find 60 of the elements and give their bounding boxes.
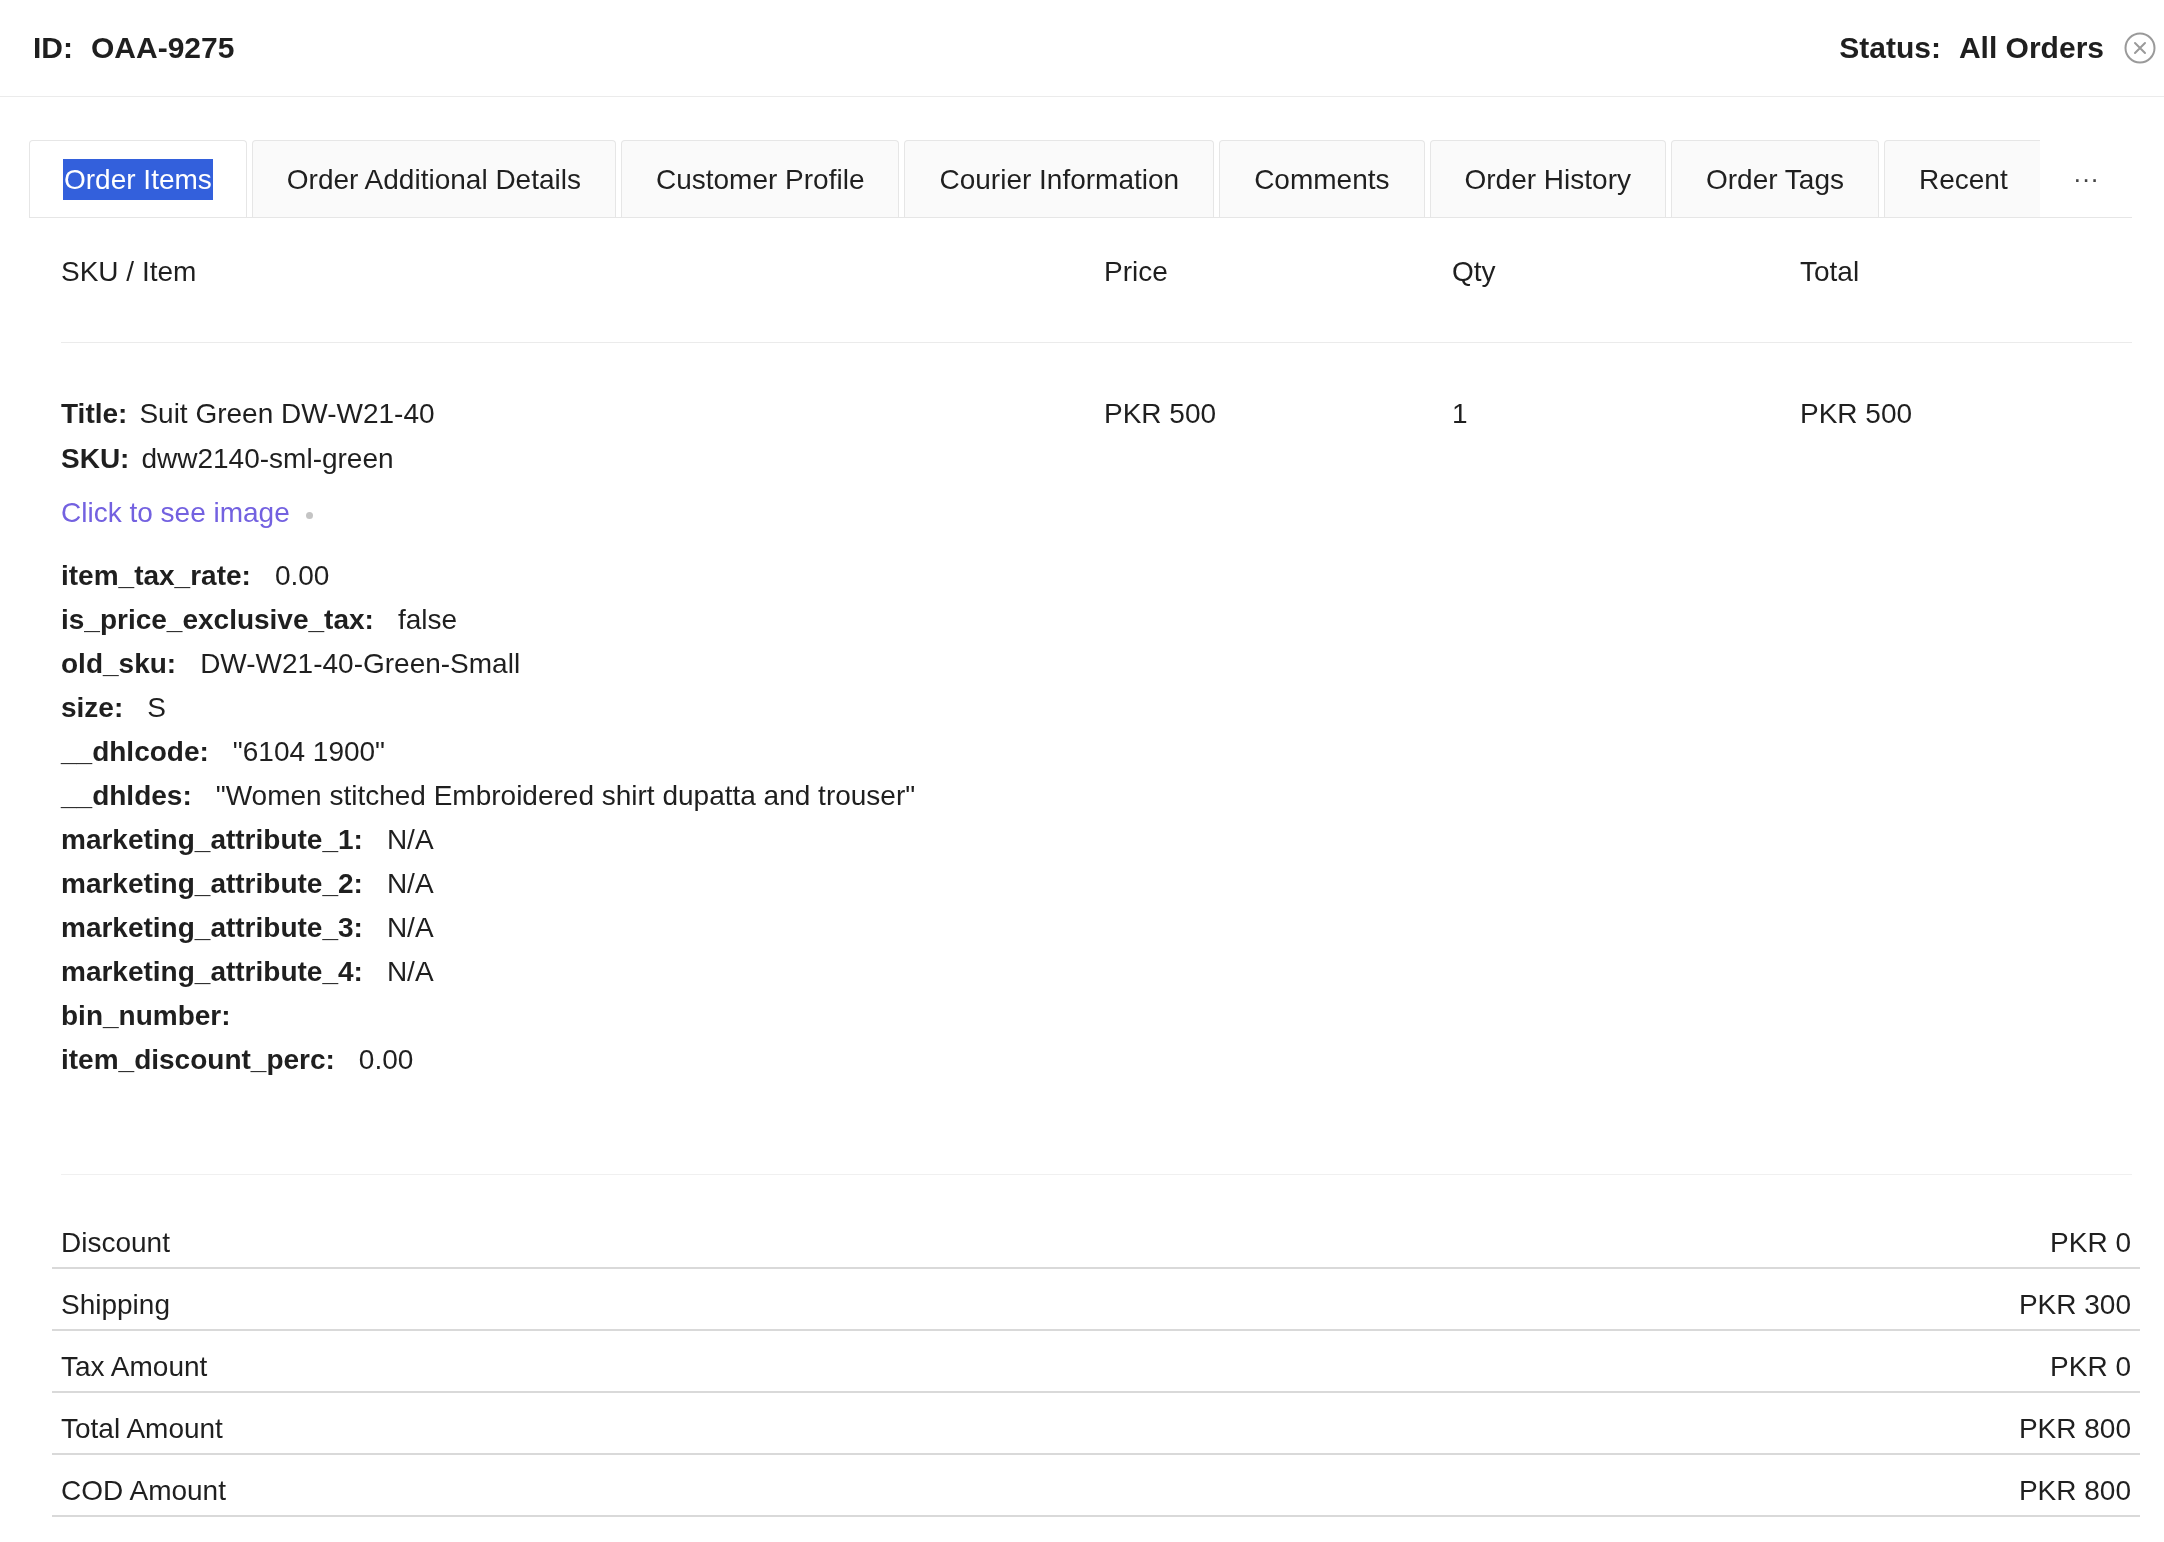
summary-value: PKR 800 xyxy=(2018,1412,2131,1446)
summary-label: Tax Amount xyxy=(61,1350,208,1384)
tab[interactable]: Customer Profile xyxy=(620,140,900,217)
summary-label: Total Amount xyxy=(61,1412,223,1446)
attribute-label: __dhldes: xyxy=(61,780,192,811)
total-cell-text: PKR 500 xyxy=(1800,397,1914,431)
summary-label: Shipping xyxy=(61,1288,170,1322)
detail-value: dww2140-sml-green xyxy=(141,443,394,474)
summary-value: PKR 300 xyxy=(2018,1288,2131,1322)
attribute-label: is_price_exclusive_tax: xyxy=(61,604,374,635)
attribute-label: item_tax_rate: xyxy=(61,560,251,591)
attribute-value: DW-W21-40-Green-Small xyxy=(200,648,521,679)
column-header: Price xyxy=(1104,255,1169,289)
summary-value: PKR 0 xyxy=(2050,1350,2131,1384)
attribute-label: marketing_attribute_2: xyxy=(61,868,363,899)
close-icon[interactable] xyxy=(2124,32,2156,64)
attribute-value: 0.00 xyxy=(358,1044,414,1075)
summary-value: PKR 0 xyxy=(2050,1226,2131,1260)
detail-value: Suit Green DW-W21-40 xyxy=(139,398,435,429)
qty-cell-text: 1 xyxy=(1452,397,1469,431)
detail-label: Title: xyxy=(61,398,128,429)
attribute-value: 0.00 xyxy=(274,560,330,591)
detail-label: SKU: xyxy=(61,443,130,474)
tab[interactable]: Recent xyxy=(1884,140,2040,217)
attribute-label: __dhlcode: xyxy=(61,736,209,767)
attribute-value: "6104 1900" xyxy=(232,736,386,767)
attribute-value: N/A xyxy=(386,868,434,899)
attribute-label: bin_number: xyxy=(61,1000,231,1031)
attribute-value: false xyxy=(397,604,458,635)
attribute-value: N/A xyxy=(386,956,434,987)
dot-icon xyxy=(305,511,313,519)
tab[interactable]: Order Additional Details xyxy=(251,140,616,217)
summary-value: PKR 800 xyxy=(2018,1474,2131,1508)
attribute-label: marketing_attribute_1: xyxy=(61,824,363,855)
column-header: Qty xyxy=(1452,255,1497,289)
column-header: SKU / Item xyxy=(61,255,198,289)
tab[interactable]: Order Tags xyxy=(1671,140,1879,217)
attribute-value: "Women stitched Embroidered shirt dupatta and trouser" xyxy=(215,780,916,811)
attribute-value: N/A xyxy=(386,824,434,855)
column-header: Total xyxy=(1800,255,1861,289)
image-link[interactable]: Click to see image xyxy=(61,491,290,535)
tab[interactable]: Order Items xyxy=(29,140,247,217)
order-id: OAA-9275 xyxy=(91,31,235,65)
price-cell-text: PKR 500 xyxy=(1104,397,1218,431)
summary-label: Discount xyxy=(61,1226,170,1260)
attribute-value: S xyxy=(147,692,166,723)
tab[interactable]: Courier Information xyxy=(904,140,1215,217)
tab[interactable]: Order History xyxy=(1429,140,1666,217)
attribute-label: old_sku: xyxy=(61,648,177,679)
status-label: Status: xyxy=(1839,31,1941,65)
summary-label: COD Amount xyxy=(61,1474,226,1508)
status-value: All Orders xyxy=(1958,31,2104,65)
attribute-label: size: xyxy=(61,692,124,723)
tab[interactable]: Comments xyxy=(1219,140,1425,217)
attribute-label: item_discount_perc: xyxy=(61,1044,335,1075)
attribute-label: marketing_attribute_4: xyxy=(61,956,363,987)
more-tabs-button[interactable]: ··· xyxy=(2069,163,2103,194)
attribute-value: N/A xyxy=(386,912,434,943)
id-label: ID: xyxy=(33,31,73,65)
attribute-label: marketing_attribute_3: xyxy=(61,912,363,943)
